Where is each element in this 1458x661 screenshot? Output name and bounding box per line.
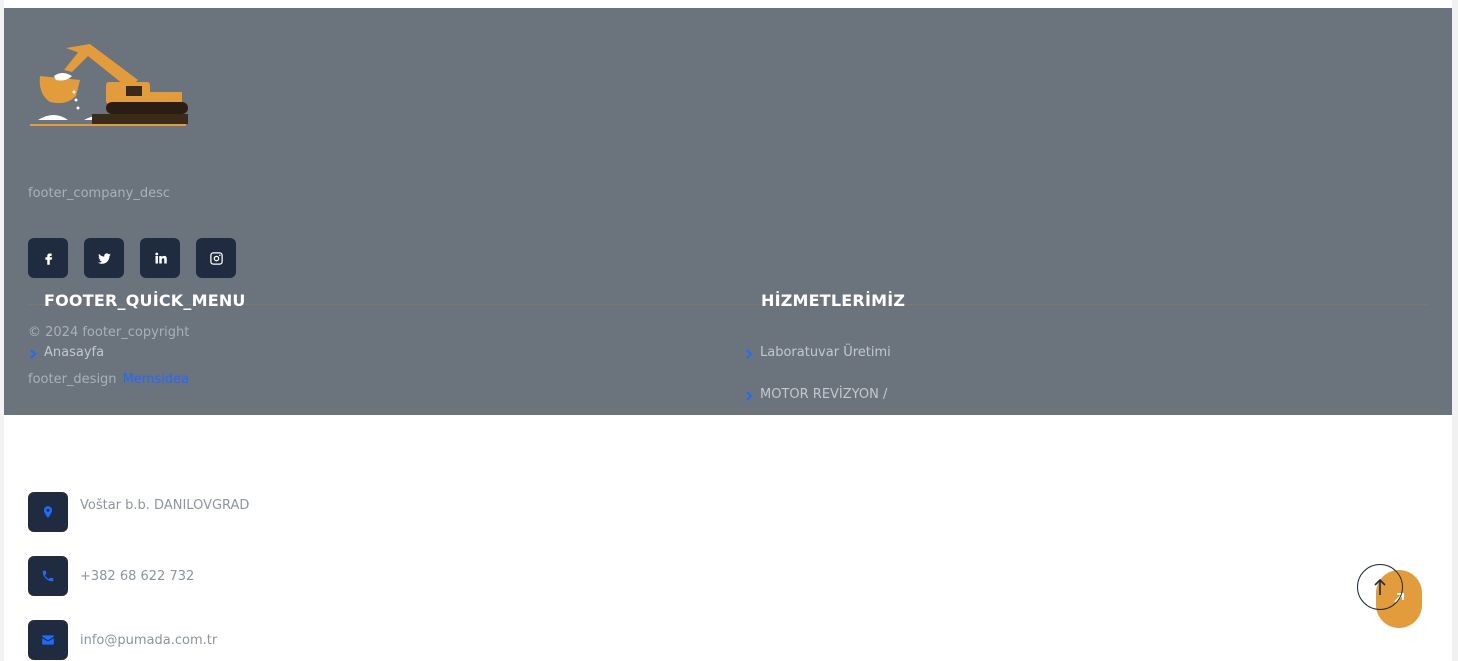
- social-links: [28, 238, 236, 278]
- contact-phone[interactable]: +382 68 622 732: [28, 556, 194, 596]
- company-logo[interactable]: [28, 40, 190, 130]
- page: footer_company_desc FOOTER_QUİCK_MENU Hİ…: [0, 0, 1458, 661]
- chevron-right-icon: [744, 348, 754, 359]
- design-label: footer_design: [28, 372, 117, 387]
- twitter-icon: [97, 252, 111, 264]
- contact-address: Voštar b.b. DANILOVGRAD: [28, 492, 249, 532]
- address-text: Voštar b.b. DANILOVGRAD: [80, 497, 250, 513]
- address-icon-box: [28, 492, 68, 532]
- facebook-button[interactable]: [28, 238, 68, 278]
- quick-link-anasayfa[interactable]: Anasayfa: [28, 345, 104, 360]
- chevron-right-icon: [28, 348, 38, 359]
- phone-icon-box: [28, 556, 68, 596]
- instagram-icon: [209, 251, 223, 265]
- design-credit: footer_design Memsidea: [28, 372, 189, 387]
- linkedin-button[interactable]: [140, 238, 180, 278]
- facebook-icon: [44, 253, 52, 265]
- twitter-button[interactable]: [84, 238, 124, 278]
- company-description: footer_company_desc: [28, 186, 171, 201]
- service-link-label: MOTOR REVİZYON /: [760, 387, 888, 402]
- copyright-text: © 2024 footer_copyright: [28, 325, 190, 340]
- email-icon-box: [28, 620, 68, 660]
- contact-email[interactable]: info@pumada.com.tr: [28, 620, 217, 660]
- scroll-to-top-button[interactable]: [1357, 564, 1403, 610]
- service-link-label: Laboratuvar Üretimi: [760, 345, 891, 360]
- services-heading: HİZMETLERİMİZ: [761, 291, 906, 310]
- phone-text: +382 68 622 732: [80, 568, 195, 584]
- chevron-right-icon: [744, 390, 754, 401]
- envelope-icon: [42, 635, 54, 645]
- scrollbar-track[interactable]: [1452, 0, 1458, 661]
- phone-icon: [42, 570, 54, 582]
- map-pin-icon: [43, 506, 53, 518]
- quick-menu-heading: FOOTER_QUİCK_MENU: [44, 291, 246, 310]
- instagram-button[interactable]: [196, 238, 236, 278]
- service-link-laboratuvar[interactable]: Laboratuvar Üretimi: [744, 345, 891, 360]
- arrow-up-icon: [1374, 578, 1386, 595]
- linkedin-icon: [154, 252, 167, 263]
- service-link-motor[interactable]: MOTOR REVİZYON /: [744, 387, 887, 402]
- email-text: info@pumada.com.tr: [80, 632, 218, 648]
- quick-link-label: Anasayfa: [44, 345, 105, 360]
- design-link[interactable]: Memsidea: [123, 372, 189, 387]
- footer: [4, 8, 1452, 415]
